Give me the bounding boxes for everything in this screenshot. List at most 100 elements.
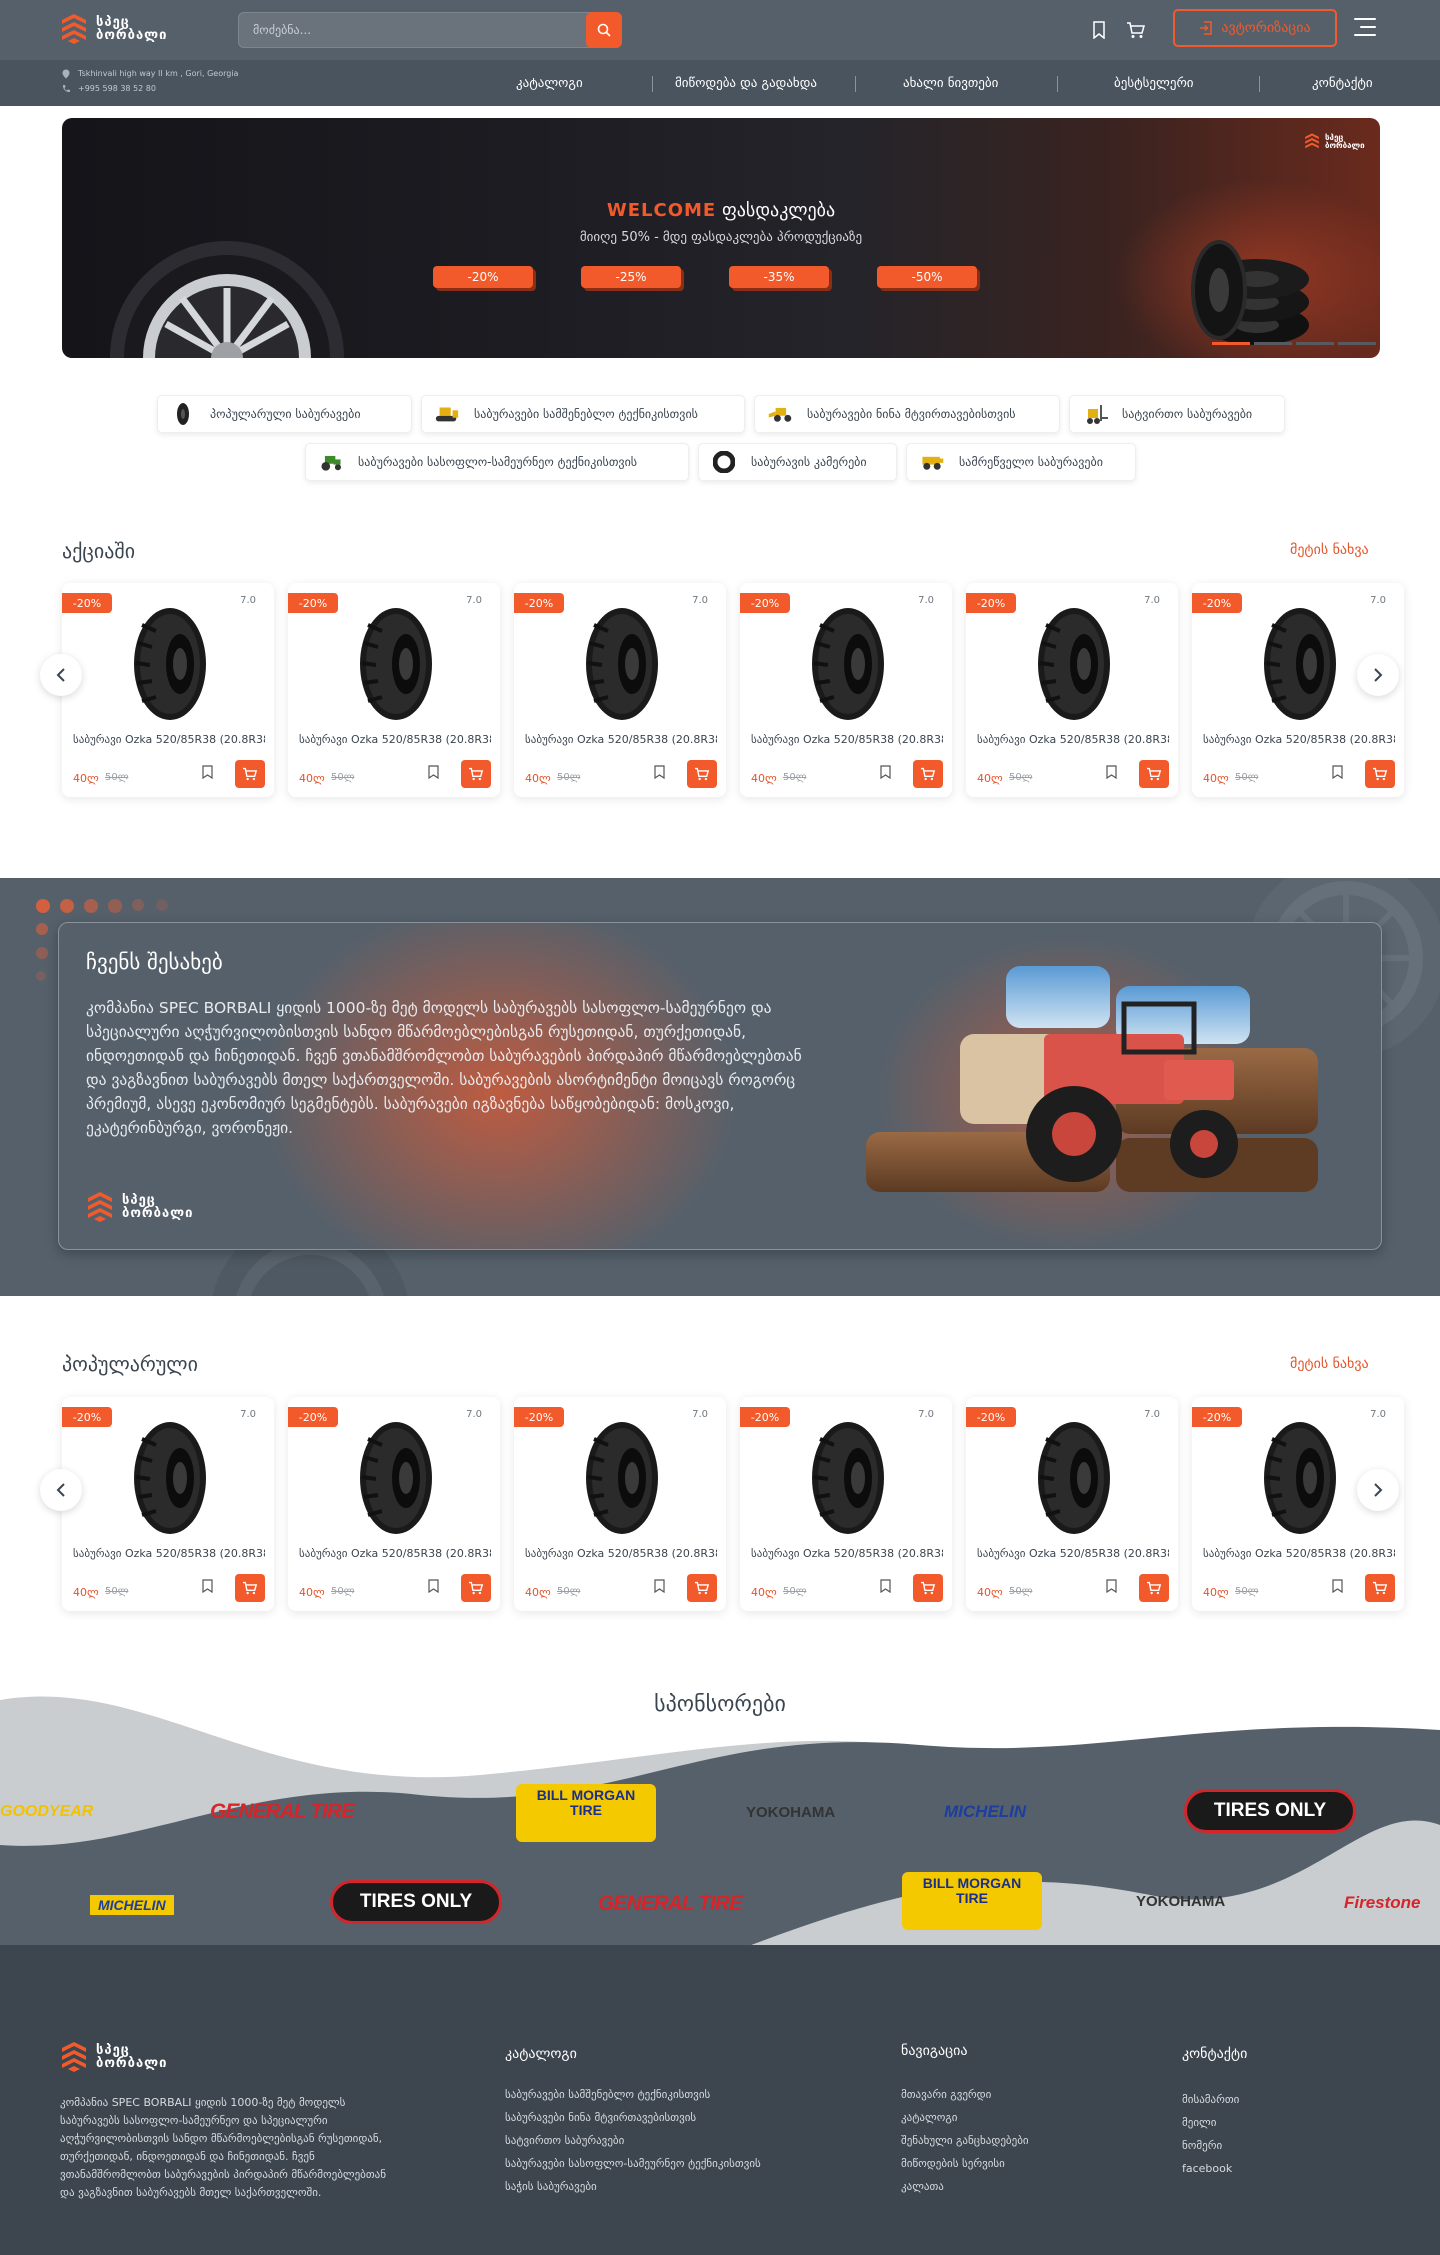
brand-tires-only[interactable]: TIRES ONLY [1184, 1789, 1356, 1833]
menu-button[interactable] [1354, 18, 1376, 36]
add-to-cart-button[interactable] [1139, 1574, 1169, 1602]
sale-next-button[interactable] [1357, 654, 1399, 696]
popular-prev-button[interactable] [40, 1469, 82, 1511]
nav-new-items[interactable]: ახალი ნივთები [903, 60, 998, 106]
save-product-button[interactable] [1328, 763, 1346, 781]
login-button[interactable]: ავტორიზაცია [1173, 9, 1337, 47]
add-to-cart-button[interactable] [235, 760, 265, 788]
save-product-button[interactable] [198, 1577, 216, 1595]
product-name[interactable]: საბურავი Ozka 520/85R38 (20.8R38) [525, 733, 717, 746]
add-to-cart-button[interactable] [913, 760, 943, 788]
footer-nav-link[interactable]: მთავარი გვერდი [901, 2088, 991, 2101]
add-to-cart-button[interactable] [461, 760, 491, 788]
product-card[interactable]: -20% 7.0 საბურავი Ozka 520/85R38 (20.8R38)… [966, 583, 1178, 797]
footer-catalog-link[interactable]: საბურავები სასოფლო-სამეურნეო ტექნიკისთვი… [505, 2157, 761, 2170]
product-name[interactable]: საბურავი Ozka 520/85R38 (20.8R38) [751, 1547, 943, 1560]
add-to-cart-button[interactable] [687, 760, 717, 788]
product-name[interactable]: საბურავი Ozka 520/85R38 (20.8R38) [525, 1547, 717, 1560]
footer-contact-link[interactable]: facebook [1182, 2162, 1232, 2175]
product-name[interactable]: საბურავი Ozka 520/85R38 (20.8R38) [977, 1547, 1169, 1560]
search-button[interactable] [586, 12, 622, 48]
save-product-button[interactable] [876, 763, 894, 781]
nav-delivery[interactable]: მიწოდება და გადახდა [675, 60, 817, 106]
brand-tires-only[interactable]: TIRES ONLY [330, 1880, 502, 1924]
popular-more-link[interactable]: მეტის ნახვა [1290, 1356, 1369, 1372]
save-product-button[interactable] [1328, 1577, 1346, 1595]
footer-contact-link[interactable]: მისამართი [1182, 2093, 1239, 2106]
logo[interactable]: სპეც ბორბალი [60, 12, 167, 46]
save-product-button[interactable] [650, 1577, 668, 1595]
brand-michelin[interactable]: MICHELIN [944, 1802, 1026, 1822]
product-card[interactable]: -20% 7.0 საბურავი Ozka 520/85R38 (20.8R38)… [62, 1397, 274, 1611]
nav-bestseller[interactable]: ბესტსელერი [1114, 60, 1194, 106]
footer-nav-link[interactable]: კატალოგი [901, 2111, 957, 2124]
add-to-cart-button[interactable] [1365, 1574, 1395, 1602]
save-product-button[interactable] [198, 763, 216, 781]
save-product-button[interactable] [424, 1577, 442, 1595]
carousel-dot[interactable] [1212, 342, 1250, 345]
add-to-cart-button[interactable] [687, 1574, 717, 1602]
save-product-button[interactable] [1102, 1577, 1120, 1595]
brand-yokohama[interactable]: YOKOHAMA [746, 1804, 835, 1821]
category-trucks[interactable]: სატვირთო საბურავები [1069, 395, 1285, 433]
add-to-cart-button[interactable] [461, 1574, 491, 1602]
footer-logo[interactable]: სპეც ბორბალი [60, 2040, 167, 2074]
discount-pill[interactable]: -20% [433, 266, 533, 288]
footer-nav-link[interactable]: შენახული განცხადებები [901, 2134, 1029, 2147]
brand-michelin[interactable]: MICHELIN [90, 1895, 174, 1915]
product-name[interactable]: საბურავი Ozka 520/85R38 (20.8R38) [299, 1547, 491, 1560]
product-card[interactable]: -20% 7.0 საბურავი Ozka 520/85R38 (20.8R38)… [740, 583, 952, 797]
nav-contact[interactable]: კონტაქტი [1312, 60, 1373, 106]
product-name[interactable]: საბურავი Ozka 520/85R38 (20.8R38) [73, 1547, 265, 1560]
brand-yokohama[interactable]: YOKOHAMA [1136, 1893, 1225, 1910]
product-name[interactable]: საბურავი Ozka 520/85R38 (20.8R38) [1203, 733, 1395, 746]
carousel-dot[interactable] [1254, 342, 1292, 345]
category-popular[interactable]: პოპულარული საბურავები [157, 395, 412, 433]
product-card[interactable]: -20% 7.0 საბურავი Ozka 520/85R38 (20.8R38)… [62, 583, 274, 797]
brand-general-tire[interactable]: GENERAL TIRE [210, 1800, 355, 1824]
brand-bill-morgan[interactable]: BILL MORGAN TIRE [516, 1784, 656, 1842]
footer-nav-link[interactable]: კალათა [901, 2180, 944, 2193]
brand-general-tire[interactable]: GENERAL TIRE [598, 1892, 743, 1916]
sale-more-link[interactable]: მეტის ნახვა [1290, 542, 1369, 558]
footer-contact-link[interactable]: მეილი [1182, 2116, 1216, 2129]
product-card[interactable]: -20% 7.0 საბურავი Ozka 520/85R38 (20.8R38)… [514, 1397, 726, 1611]
product-card[interactable]: -20% 7.0 საბურავი Ozka 520/85R38 (20.8R38)… [288, 1397, 500, 1611]
add-to-cart-button[interactable] [235, 1574, 265, 1602]
nav-catalog[interactable]: კატალოგი [516, 60, 583, 106]
product-card[interactable]: -20% 7.0 საბურავი Ozka 520/85R38 (20.8R38)… [966, 1397, 1178, 1611]
brand-firestone[interactable]: Firestone [1344, 1893, 1421, 1913]
category-loaders[interactable]: საბურავები ნინა მტვირთავებისთვის [754, 395, 1060, 433]
save-product-button[interactable] [650, 763, 668, 781]
category-industrial[interactable]: სამრეწველო საბურავები [906, 443, 1136, 481]
footer-contact-link[interactable]: ნომერი [1182, 2139, 1222, 2152]
discount-pill[interactable]: -25% [581, 266, 681, 288]
footer-catalog-link[interactable]: საჭის საბურავები [505, 2180, 597, 2193]
hero-banner[interactable]: სპეც ბორბალი WELCOME ფასდაკლება მიიღე 50%… [62, 118, 1380, 358]
brand-goodyear[interactable]: GOODYEAR [0, 1803, 93, 1821]
popular-next-button[interactable] [1357, 1469, 1399, 1511]
discount-pill[interactable]: -35% [729, 266, 829, 288]
footer-catalog-link[interactable]: საბურავები ნინა მტვირთავებისთვის [505, 2111, 696, 2124]
add-to-cart-button[interactable] [1139, 760, 1169, 788]
save-product-button[interactable] [424, 763, 442, 781]
product-name[interactable]: საბურავი Ozka 520/85R38 (20.8R38) [977, 733, 1169, 746]
save-product-button[interactable] [1102, 763, 1120, 781]
category-tubes[interactable]: საბურავის კამერები [698, 443, 897, 481]
footer-catalog-link[interactable]: სატვირთო საბურავები [505, 2134, 624, 2147]
search-input[interactable] [239, 13, 586, 47]
product-name[interactable]: საბურავი Ozka 520/85R38 (20.8R38) [299, 733, 491, 746]
add-to-cart-button[interactable] [913, 1574, 943, 1602]
product-card[interactable]: -20% 7.0 საბურავი Ozka 520/85R38 (20.8R38)… [740, 1397, 952, 1611]
product-name[interactable]: საბურავი Ozka 520/85R38 (20.8R38) [1203, 1547, 1395, 1560]
product-name[interactable]: საბურავი Ozka 520/85R38 (20.8R38) [73, 733, 265, 746]
cart-button[interactable] [1124, 18, 1148, 42]
carousel-dot[interactable] [1338, 342, 1376, 345]
product-card[interactable]: -20% 7.0 საბურავი Ozka 520/85R38 (20.8R38)… [514, 583, 726, 797]
carousel-dot[interactable] [1296, 342, 1334, 345]
brand-bill-morgan[interactable]: BILL MORGAN TIRE [902, 1872, 1042, 1930]
footer-catalog-link[interactable]: საბურავები სამშენებლო ტექნიკისთვის [505, 2088, 710, 2101]
discount-pill[interactable]: -50% [877, 266, 977, 288]
category-construction[interactable]: საბურავები სამშენებლო ტექნიკისთვის [421, 395, 745, 433]
add-to-cart-button[interactable] [1365, 760, 1395, 788]
